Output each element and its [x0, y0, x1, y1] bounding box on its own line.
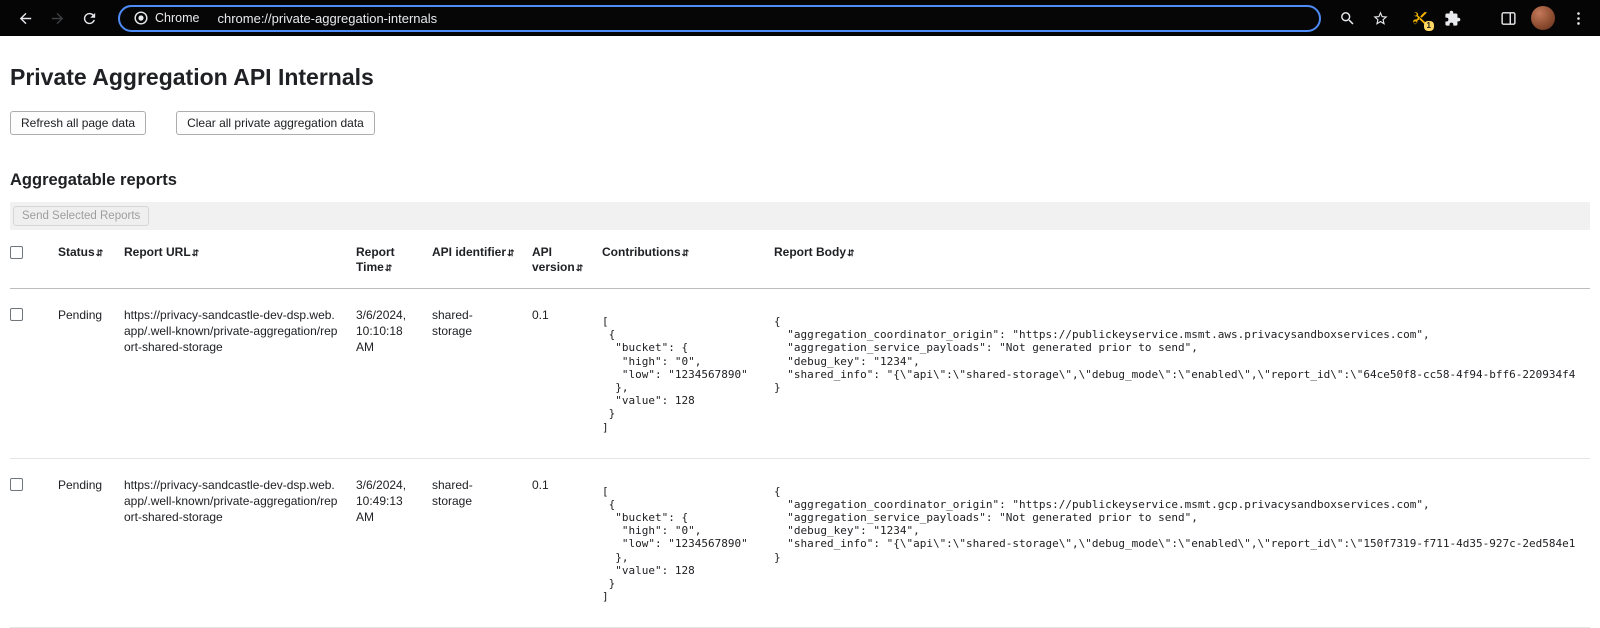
sort-icon: ⇵ — [682, 248, 690, 258]
table-toolbar: Send Selected Reports — [10, 202, 1590, 230]
search-button[interactable] — [1337, 8, 1357, 28]
report-time-cell: 3/6/2024, 10:10:18 AM — [356, 289, 432, 459]
sort-icon: ⇵ — [96, 248, 104, 258]
extensions-button[interactable] — [1442, 8, 1462, 28]
star-icon — [1372, 10, 1389, 27]
contributions-cell: [ { "bucket": { "high": "0", "low": "123… — [602, 289, 774, 459]
api-identifier-cell: shared-storage — [432, 289, 532, 459]
reload-button[interactable] — [74, 3, 104, 33]
table-row: Pending https://privacy-sandcastle-dev-d… — [10, 458, 1590, 628]
table-header-row: Status⇵ Report URL⇵ Report Time⇵ API ide… — [10, 230, 1590, 289]
report-url-cell: https://privacy-sandcastle-dev-dsp.web.a… — [124, 289, 356, 459]
kebab-icon — [1570, 10, 1587, 27]
report-body-cell: { "aggregation_coordinator_origin": "htt… — [774, 289, 1590, 459]
browser-menu-button[interactable] — [1568, 8, 1588, 28]
reports-table: Status⇵ Report URL⇵ Report Time⇵ API ide… — [10, 230, 1590, 628]
clear-all-button[interactable]: Clear all private aggregation data — [176, 111, 375, 135]
row-checkbox[interactable] — [10, 478, 23, 491]
forward-icon — [49, 10, 66, 27]
page-content: Private Aggregation API Internals Refres… — [0, 64, 1600, 628]
section-title: Aggregatable reports — [10, 171, 1590, 190]
page-title: Private Aggregation API Internals — [10, 64, 1590, 91]
sort-icon: ⇵ — [847, 248, 855, 258]
col-status[interactable]: Status⇵ — [58, 230, 124, 289]
select-all-header — [10, 230, 58, 289]
browser-toolbar: Chrome chrome://private-aggregation-inte… — [0, 0, 1600, 36]
report-url-cell: https://privacy-sandcastle-dev-dsp.web.a… — [124, 458, 356, 628]
url-text[interactable]: chrome://private-aggregation-internals — [217, 11, 437, 26]
col-api-version[interactable]: API version⇵ — [532, 230, 602, 289]
profile-avatar[interactable] — [1531, 6, 1555, 30]
report-time-cell: 3/6/2024, 10:49:13 AM — [356, 458, 432, 628]
bookmark-button[interactable] — [1370, 8, 1390, 28]
back-button[interactable] — [10, 3, 40, 33]
sort-icon: ⇵ — [385, 263, 393, 273]
extension-badge: 1 — [1424, 21, 1434, 31]
chrome-logo-icon — [134, 11, 148, 25]
api-version-cell: 0.1 — [532, 458, 602, 628]
side-panel-icon — [1500, 10, 1517, 27]
col-contributions[interactable]: Contributions⇵ — [602, 230, 774, 289]
side-panel-button[interactable] — [1498, 8, 1518, 28]
col-report-url[interactable]: Report URL⇵ — [124, 230, 356, 289]
search-icon — [1339, 10, 1356, 27]
select-all-checkbox[interactable] — [10, 246, 23, 259]
status-cell: Pending — [58, 458, 124, 628]
site-chip-label: Chrome — [155, 11, 199, 25]
api-identifier-cell: shared-storage — [432, 458, 532, 628]
col-report-time[interactable]: Report Time⇵ — [356, 230, 432, 289]
refresh-all-button[interactable]: Refresh all page data — [10, 111, 146, 135]
extension-action-button[interactable]: 1 — [1409, 8, 1429, 28]
status-cell: Pending — [58, 289, 124, 459]
omnibox[interactable]: Chrome chrome://private-aggregation-inte… — [118, 5, 1321, 32]
sort-icon: ⇵ — [576, 263, 584, 273]
send-selected-reports-button[interactable]: Send Selected Reports — [13, 206, 149, 226]
back-icon — [17, 10, 34, 27]
col-api-identifier[interactable]: API identifier⇵ — [432, 230, 532, 289]
site-chip: Chrome — [134, 11, 199, 25]
col-report-body[interactable]: Report Body⇵ — [774, 230, 1590, 289]
contributions-cell: [ { "bucket": { "high": "0", "low": "123… — [602, 458, 774, 628]
sort-icon: ⇵ — [507, 248, 515, 258]
table-row: Pending https://privacy-sandcastle-dev-d… — [10, 289, 1590, 459]
puzzle-icon — [1444, 10, 1461, 27]
api-version-cell: 0.1 — [532, 289, 602, 459]
forward-button[interactable] — [42, 3, 72, 33]
reload-icon — [81, 10, 98, 27]
row-checkbox[interactable] — [10, 308, 23, 321]
report-body-cell: { "aggregation_coordinator_origin": "htt… — [774, 458, 1590, 628]
sort-icon: ⇵ — [192, 248, 200, 258]
